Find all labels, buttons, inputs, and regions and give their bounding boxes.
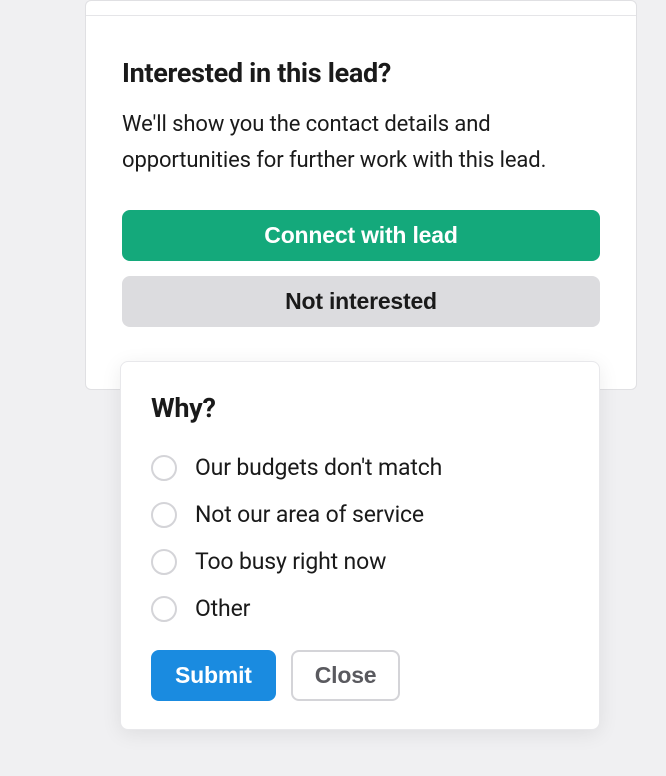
radio-label: Not our area of service: [195, 501, 424, 528]
radio-icon: [151, 549, 177, 575]
reason-option-area[interactable]: Not our area of service: [151, 501, 569, 528]
reason-option-busy[interactable]: Too busy right now: [151, 548, 569, 575]
lead-interest-card: Interested in this lead? We'll show you …: [85, 0, 637, 390]
lead-interest-description: We'll show you the contact details and o…: [122, 107, 600, 180]
radio-icon: [151, 455, 177, 481]
connect-with-lead-button[interactable]: Connect with lead: [122, 210, 600, 261]
why-popup: Why? Our budgets don't match Not our are…: [120, 361, 600, 730]
submit-button[interactable]: Submit: [151, 650, 276, 701]
lead-interest-title: Interested in this lead?: [122, 57, 600, 89]
popup-actions: Submit Close: [151, 650, 569, 701]
why-popup-title: Why?: [151, 392, 569, 424]
radio-label: Other: [195, 595, 250, 622]
reason-option-budgets[interactable]: Our budgets don't match: [151, 454, 569, 481]
close-button[interactable]: Close: [291, 650, 401, 701]
divider: [86, 15, 636, 16]
radio-label: Too busy right now: [195, 548, 386, 575]
radio-icon: [151, 502, 177, 528]
reason-option-other[interactable]: Other: [151, 595, 569, 622]
reason-radio-group: Our budgets don't match Not our area of …: [151, 454, 569, 622]
not-interested-button[interactable]: Not interested: [122, 276, 600, 327]
radio-label: Our budgets don't match: [195, 454, 442, 481]
radio-icon: [151, 596, 177, 622]
